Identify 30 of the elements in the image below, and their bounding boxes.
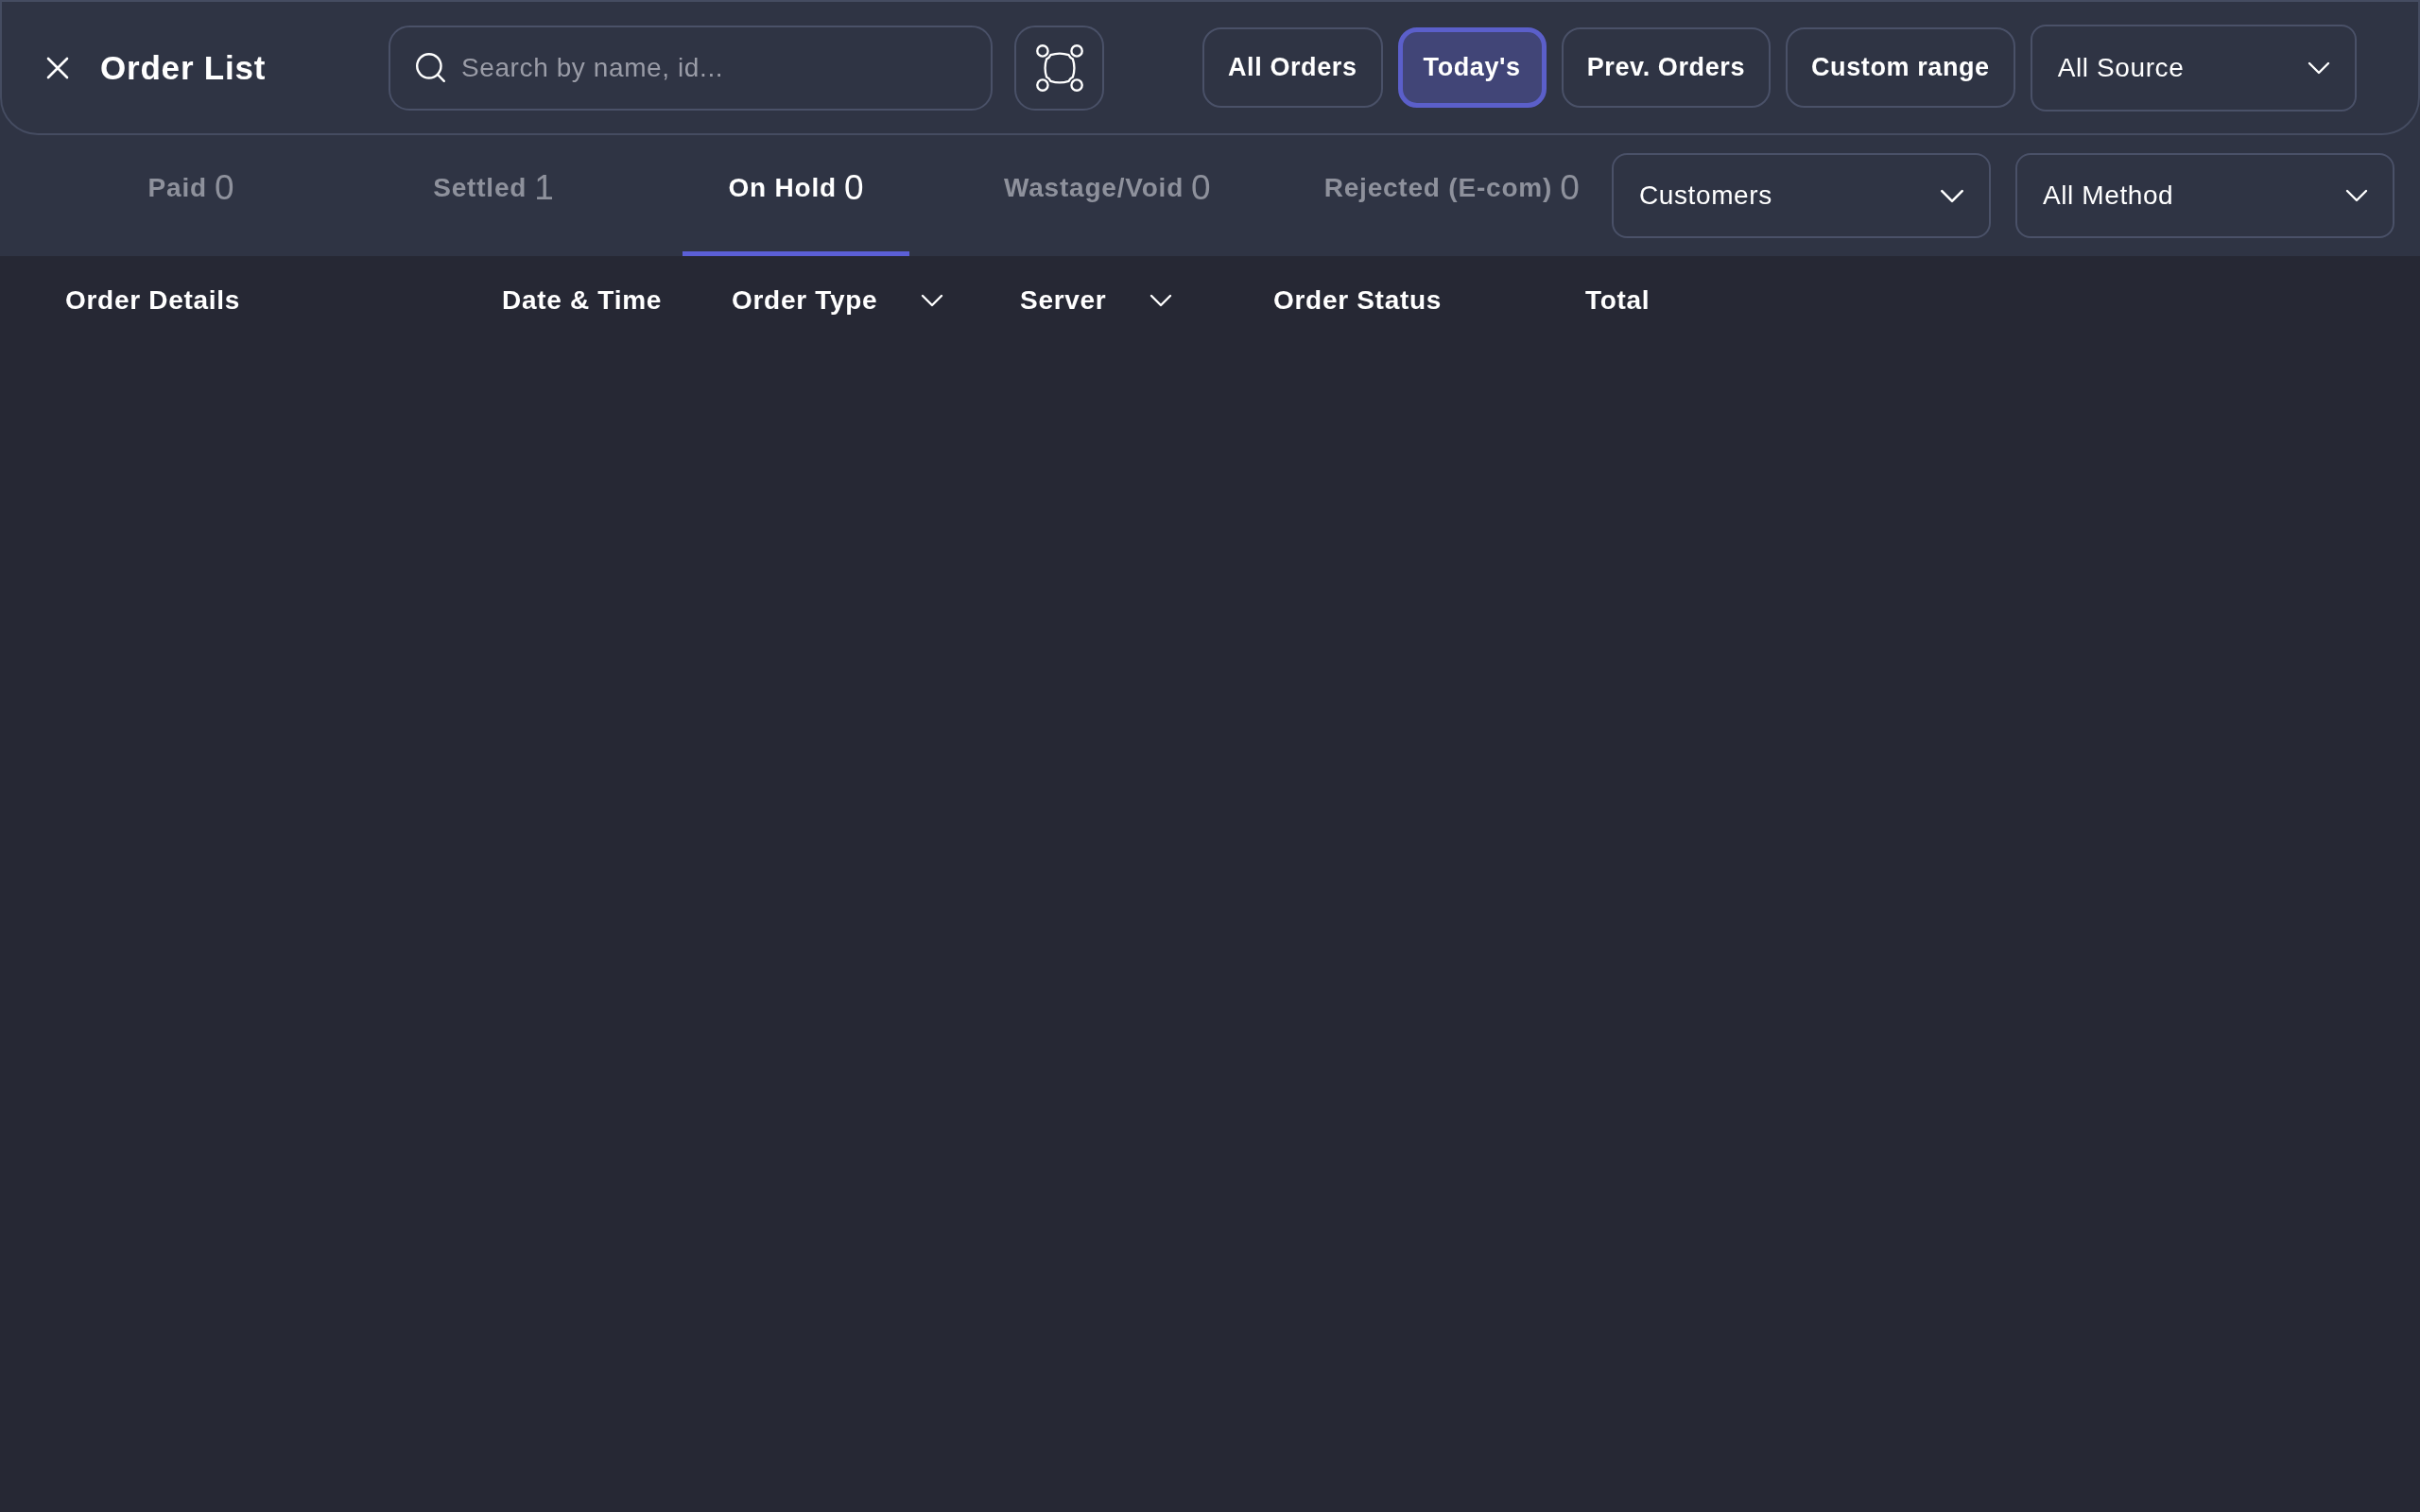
column-filter[interactable]: Server — [1020, 285, 1173, 316]
date-filter-button[interactable]: Prev. Orders — [1561, 27, 1771, 108]
chevron-down-icon — [1150, 294, 1173, 307]
chevron-down-icon — [1940, 188, 1964, 203]
source-dropdown[interactable]: All Source — [2030, 24, 2357, 112]
status-tab[interactable]: On Hold 0 — [683, 135, 909, 256]
method-dropdown[interactable]: All Method — [2015, 153, 2394, 238]
close-button[interactable] — [46, 56, 69, 79]
nodes-button[interactable] — [1014, 25, 1104, 111]
column-header: Order Status — [1273, 285, 1442, 316]
column-header: Total — [1585, 285, 1651, 316]
status-tab[interactable]: Paid 0 — [78, 135, 304, 256]
customer-dropdown[interactable]: Customers — [1612, 153, 1991, 238]
page-title: Order List — [100, 48, 267, 87]
chevron-down-icon — [2307, 60, 2330, 75]
search-icon — [415, 51, 446, 83]
status-tab[interactable]: Wastage/Void 0 — [985, 135, 1230, 256]
date-filter-button[interactable]: Today's — [1397, 27, 1547, 108]
column-filter[interactable]: Order Type — [732, 285, 944, 316]
search-field[interactable]: Search by name, id... — [389, 25, 993, 111]
column-header: Date & Time — [502, 285, 662, 316]
status-tab[interactable]: Settled 1 — [380, 135, 607, 256]
date-filter-button[interactable]: All Orders — [1202, 27, 1383, 108]
status-tab[interactable]: Rejected (E-com) 0 — [1305, 135, 1599, 256]
column-header: Order Details — [65, 285, 240, 316]
date-filter-button[interactable]: Custom range — [1786, 27, 2015, 108]
chevron-down-icon — [921, 294, 944, 307]
chevron-down-icon — [2345, 189, 2368, 202]
close-icon — [46, 56, 69, 79]
nodes-icon — [1035, 43, 1083, 92]
